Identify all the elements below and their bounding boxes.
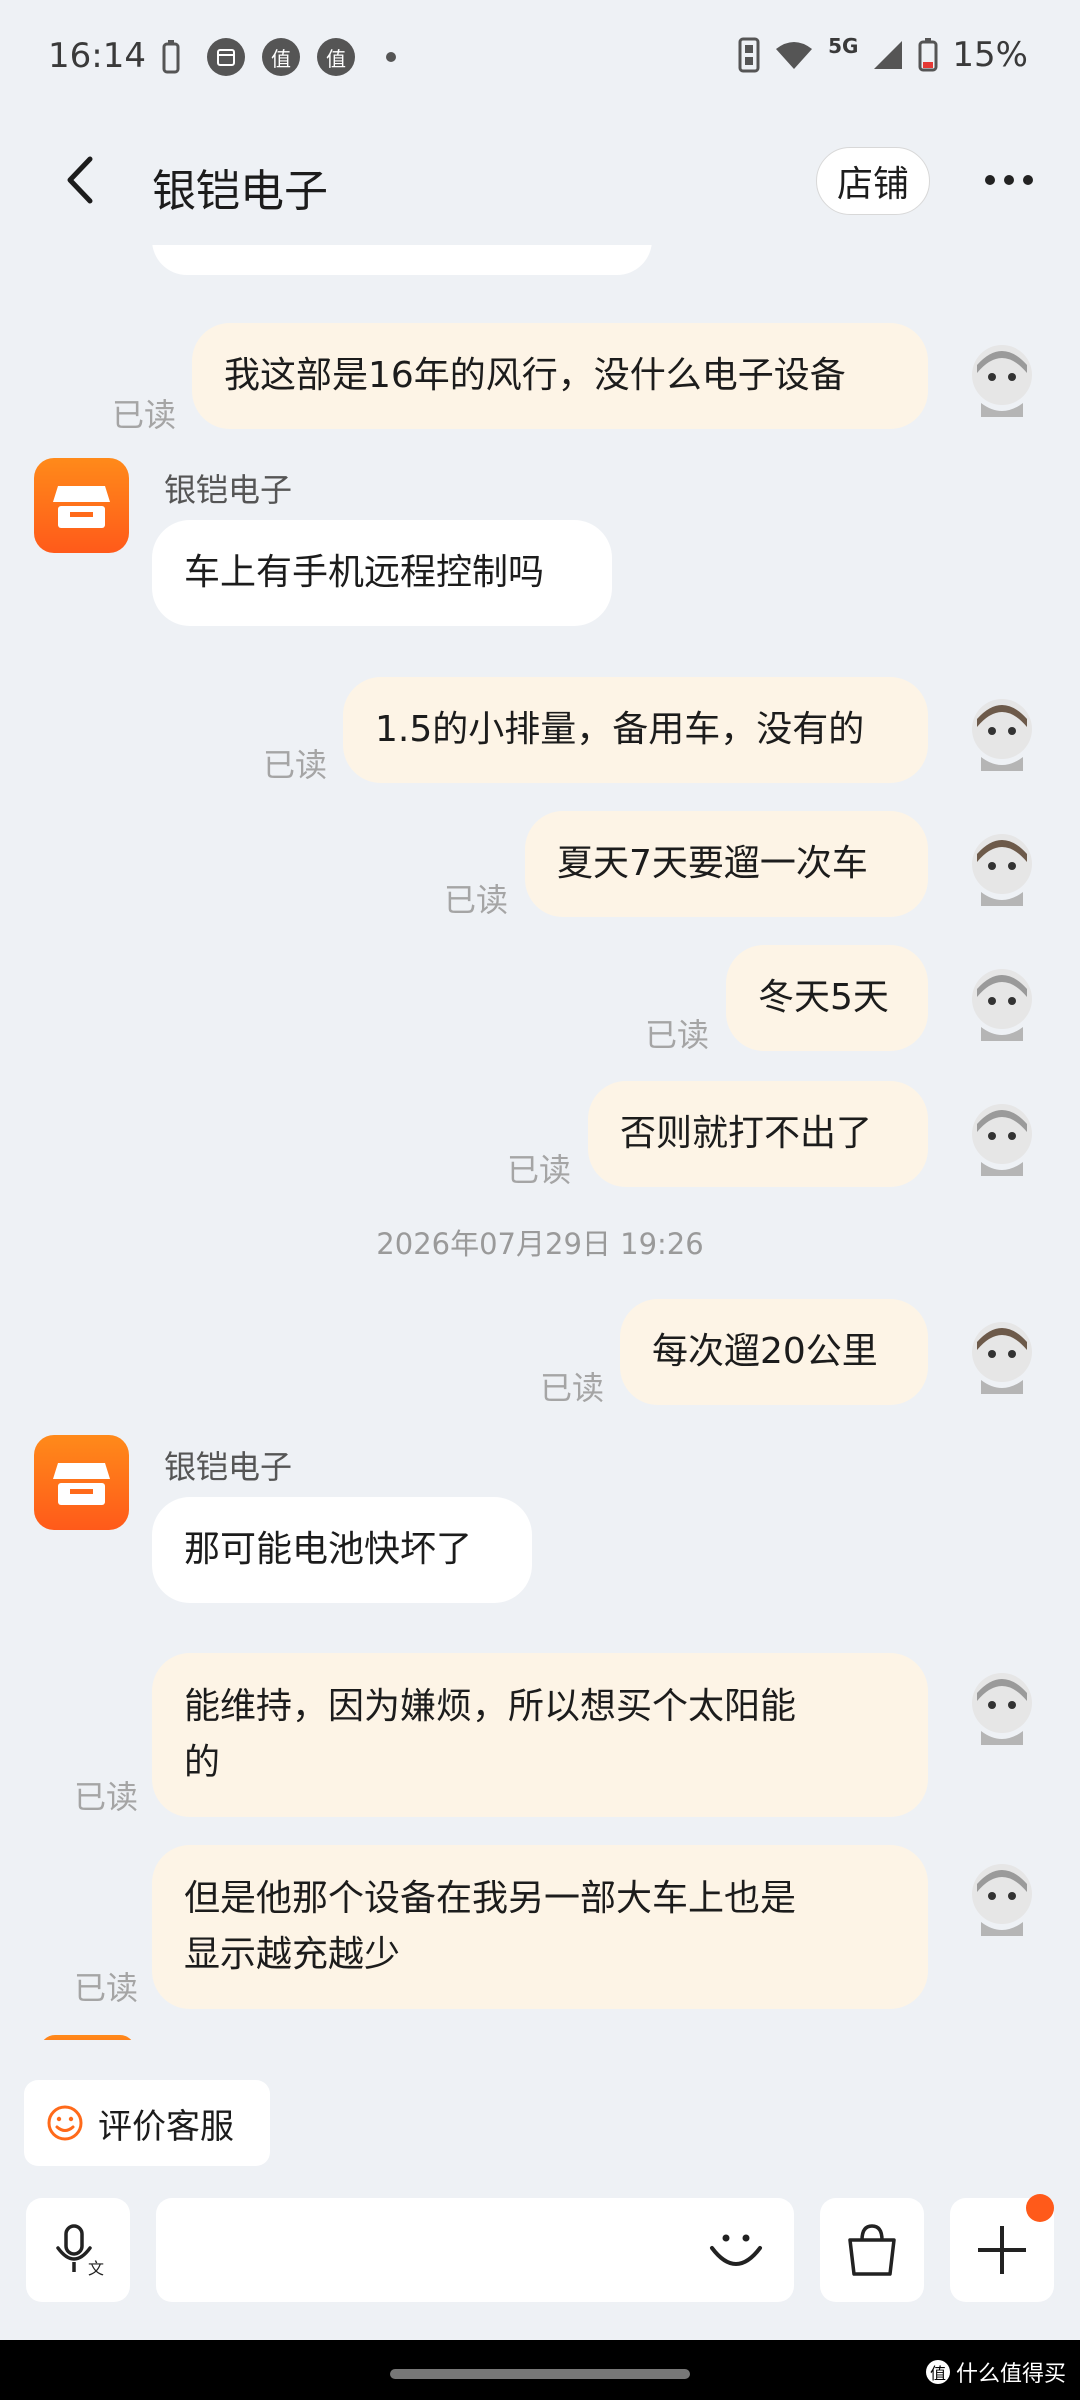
read-receipt: 已读 (263, 746, 328, 784)
store-icon (53, 486, 110, 528)
timestamp: 2026年07月29日 19:26 (376, 1227, 704, 1261)
shop-avatar[interactable] (34, 458, 129, 553)
clock: 16:14 (48, 36, 146, 76)
microphone-translate-icon: 文 (56, 2224, 104, 2278)
store-icon (53, 1463, 110, 1505)
signal-icon (874, 41, 903, 69)
shop-avatar[interactable] (34, 1435, 129, 1530)
rate-service-label: 评价客服 (98, 2106, 234, 2147)
input-bar: 文 (0, 2194, 1080, 2308)
status-bar: 16:14 值 值 5G 15% (0, 0, 1080, 115)
user-avatar[interactable] (963, 1098, 1041, 1176)
read-receipt: 已读 (74, 1778, 139, 1816)
battery-level: 15% (952, 35, 1028, 75)
message-bubble: 能维持，因为嫌烦，所以想买个太阳能 的 (152, 1653, 928, 1817)
zhi-app-icon: 值 (317, 38, 355, 76)
read-receipt: 已读 (444, 881, 509, 919)
page-title: 银铠电子 (152, 166, 328, 217)
emoji-icon[interactable] (708, 2222, 764, 2278)
notification-dot (1026, 2194, 1054, 2222)
shop-avatar-partial (40, 2035, 135, 2040)
watermark: 值 什么值得买 (925, 2356, 1066, 2388)
user-avatar[interactable] (963, 828, 1041, 906)
network-type: 5G (828, 34, 859, 58)
shopping-bag-icon (848, 2224, 896, 2276)
home-indicator[interactable] (390, 2369, 690, 2379)
smiley-icon (47, 2105, 83, 2141)
shop-button[interactable]: 店铺 (816, 147, 930, 215)
sender-name: 银铠电子 (164, 471, 293, 509)
message-bubble: 否则就打不出了 (588, 1081, 928, 1187)
svg-text:文: 文 (88, 2259, 104, 2278)
user-avatar[interactable] (963, 1316, 1041, 1394)
more-options-icon[interactable] (985, 175, 1033, 185)
zhi-app-icon: 值 (262, 38, 300, 76)
user-avatar[interactable] (963, 1858, 1041, 1936)
user-avatar[interactable] (963, 693, 1041, 771)
plus-icon (978, 2226, 1026, 2274)
chevron-left-icon (67, 156, 93, 204)
message-bubble: 车上有手机远程控制吗 (152, 520, 612, 626)
message-bubble: 冬天5天 (726, 945, 928, 1051)
read-receipt: 已读 (507, 1151, 572, 1189)
sender-name: 银铠电子 (164, 1448, 293, 1486)
message-bubble: 但是他那个设备在我另一部大车上也是 显示越充越少 (152, 1845, 928, 2009)
battery-icon (918, 38, 938, 72)
wifi-icon (776, 42, 813, 69)
read-receipt: 已读 (112, 396, 177, 434)
shopping-bag-button[interactable] (820, 2198, 924, 2302)
chat-list[interactable]: 已读 我这部是16年的风行，没什么电子设备 银铠电子 车上有手机远程控制吗 已读… (0, 245, 1080, 2040)
message-bubble: 1.5的小排量，备用车，没有的 (343, 677, 928, 783)
voice-input-button[interactable]: 文 (26, 2198, 130, 2302)
user-avatar[interactable] (963, 339, 1041, 417)
message-bubble: 我这部是16年的风行，没什么电子设备 (192, 323, 928, 429)
back-button[interactable] (58, 153, 102, 207)
battery-saver-icon (160, 38, 182, 76)
read-receipt: 已读 (645, 1016, 710, 1054)
read-receipt: 已读 (74, 1969, 139, 2007)
message-input[interactable] (156, 2198, 794, 2302)
message-bubble: 每次遛20公里 (620, 1299, 928, 1405)
vibrate-icon (738, 37, 760, 73)
more-actions-button[interactable] (950, 2194, 1054, 2302)
dot-icon (385, 38, 397, 76)
rate-service-button[interactable]: 评价客服 (24, 2080, 270, 2166)
read-receipt: 已读 (540, 1369, 605, 1407)
user-avatar[interactable] (963, 1667, 1041, 1745)
user-avatar[interactable] (963, 963, 1041, 1041)
message-bubble-partial (152, 245, 652, 275)
chat-header: 银铠电子 店铺 (0, 115, 1080, 245)
message-bubble: 夏天7天要遛一次车 (525, 811, 928, 917)
watermark-logo-icon: 值 (925, 2360, 950, 2384)
message-bubble: 那可能电池快坏了 (152, 1497, 532, 1603)
calendar-icon (207, 38, 245, 76)
